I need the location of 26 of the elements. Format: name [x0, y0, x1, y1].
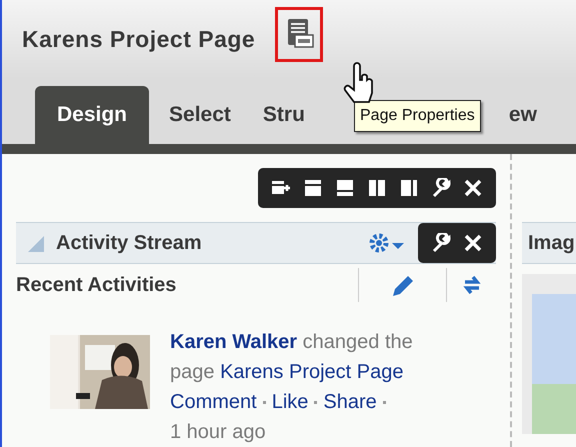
gear-icon[interactable] — [368, 232, 406, 254]
page-properties-button[interactable] — [275, 6, 324, 62]
layout-bottom-icon[interactable] — [334, 178, 356, 198]
page-link[interactable]: Karens Project Page — [220, 361, 404, 383]
tab[interactable]: Stru — [250, 86, 317, 144]
tab[interactable]: Design — [35, 86, 150, 144]
layout-sidebar-icon[interactable] — [398, 178, 420, 198]
section-title: Recent Activities — [16, 272, 176, 298]
tab[interactable]: Select — [157, 86, 243, 144]
action-link[interactable]: Share — [323, 387, 377, 417]
layout-top-icon[interactable] — [302, 178, 324, 198]
author-link[interactable]: Karen Walker — [170, 331, 298, 353]
close-icon[interactable] — [462, 233, 484, 253]
close-icon[interactable] — [462, 178, 484, 198]
panel-title: Activity Stream — [56, 231, 202, 256]
tab[interactable]: ew — [496, 86, 549, 144]
wrench-icon[interactable] — [430, 233, 452, 253]
tooltip: Page Properties — [354, 100, 481, 132]
activity-text: Karen Walker changed the page Karens Project Page — [170, 330, 414, 385]
action-link[interactable]: Like — [272, 387, 308, 417]
wrench-icon[interactable] — [430, 178, 452, 198]
layout-columns-icon[interactable] — [366, 178, 388, 198]
timestamp: 1 hour ago — [170, 421, 266, 443]
panel-title: Imag — [528, 231, 575, 256]
page-title: Karens Project Page — [22, 24, 256, 54]
action-link[interactable]: Comment — [170, 387, 257, 417]
